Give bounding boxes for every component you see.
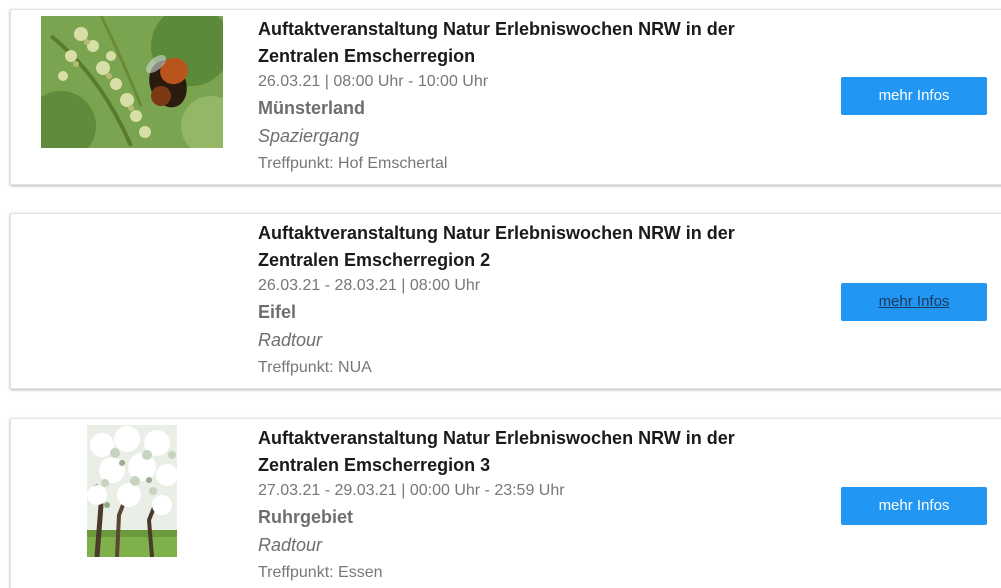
event-date: 27.03.21 - 29.03.21 | 00:00 Uhr - 23:59 … (258, 482, 565, 499)
event-category: Radtour (258, 535, 323, 555)
event-meeting-point: Treffpunkt: NUA (258, 359, 372, 376)
event-region: Ruhrgebiet (258, 507, 354, 527)
more-info-button[interactable]: mehr Infos (841, 77, 987, 115)
more-info-button[interactable]: mehr Infos (841, 283, 987, 321)
event-card: Auftaktveranstaltung Natur Erlebniswoche… (10, 213, 1001, 389)
event-region: Eifel (258, 302, 297, 322)
event-meeting-point: Treffpunkt: Hof Emschertal (258, 155, 448, 172)
event-title: Auftaktveranstaltung Natur Erlebniswoche… (258, 428, 735, 475)
event-info: Auftaktveranstaltung Natur Erlebniswoche… (258, 220, 818, 382)
event-category: Radtour (258, 330, 323, 350)
event-region: Münsterland (258, 98, 366, 118)
event-list: Auftaktveranstaltung Natur Erlebniswoche… (0, 0, 1001, 588)
more-info-button[interactable]: mehr Infos (841, 487, 987, 525)
event-image-blossoming-tree (87, 425, 177, 557)
event-meeting-point: Treffpunkt: Essen (258, 564, 383, 581)
event-title: Auftaktveranstaltung Natur Erlebniswoche… (258, 19, 735, 66)
event-image-bumblebee (41, 16, 223, 148)
event-info: Auftaktveranstaltung Natur Erlebniswoche… (258, 425, 818, 587)
event-card: Auftaktveranstaltung Natur Erlebniswoche… (10, 9, 1001, 185)
event-card: Auftaktveranstaltung Natur Erlebniswoche… (10, 418, 1001, 588)
event-category: Spaziergang (258, 126, 360, 146)
event-info: Auftaktveranstaltung Natur Erlebniswoche… (258, 16, 818, 178)
event-date: 26.03.21 | 08:00 Uhr - 10:00 Uhr (258, 73, 489, 90)
event-title: Auftaktveranstaltung Natur Erlebniswoche… (258, 223, 735, 270)
event-date: 26.03.21 - 28.03.21 | 08:00 Uhr (258, 277, 481, 294)
